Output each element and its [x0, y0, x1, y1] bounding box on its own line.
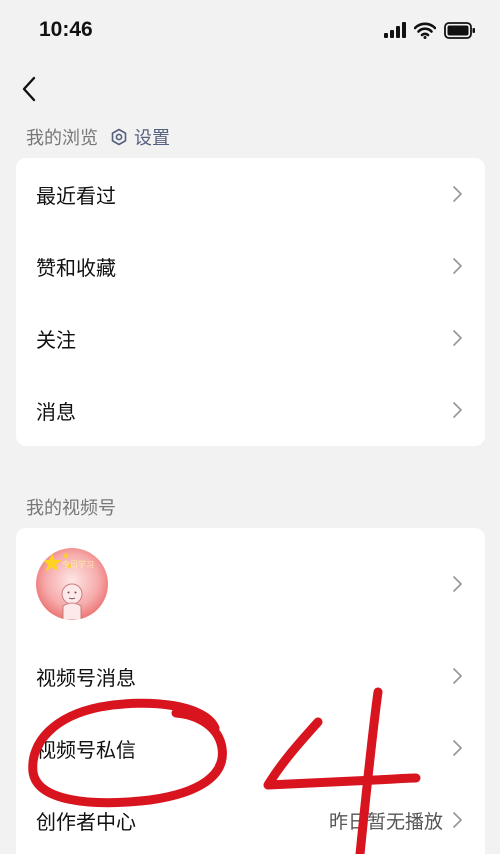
channel-section-title: 我的视频号 — [26, 498, 116, 519]
browse-section-header: 我的浏览 设置 — [26, 124, 170, 150]
menu-item-label: 赞和收藏 — [36, 255, 116, 280]
avatar-image: 今日学习 — [42, 552, 94, 620]
chevron-right-icon — [453, 740, 462, 756]
menu-item-creator-center[interactable]: 创作者中心 昨日暂无播放 — [16, 784, 485, 854]
menu-item-recently-viewed[interactable]: 最近看过 — [16, 158, 485, 230]
channel-profile-row[interactable]: 今日学习 — [16, 528, 485, 640]
status-icons — [384, 21, 476, 43]
chevron-right-icon — [453, 258, 462, 274]
status-bar: 10:46 — [0, 0, 500, 64]
menu-item-channel-private-messages[interactable]: 视频号私信 — [16, 712, 485, 784]
menu-item-label: 创作者中心 — [36, 809, 136, 834]
settings-link[interactable]: 设置 — [110, 124, 170, 150]
channel-card: 今日学习 视频号消息 视频号私信 创作者中心 昨日暂无播放 — [16, 528, 485, 854]
chevron-right-icon — [453, 812, 462, 828]
browse-section-title: 我的浏览 — [26, 128, 98, 149]
browse-card: 最近看过 赞和收藏 关注 消息 — [16, 158, 485, 446]
chevron-right-icon — [453, 576, 462, 592]
menu-item-label: 关注 — [36, 327, 76, 352]
settings-icon — [111, 128, 127, 146]
chevron-right-icon — [453, 330, 462, 346]
page: 10:46 我的浏览 设置 最近看过 赞和收藏 关注 消息 我的视频号 今日学习… — [0, 0, 500, 854]
signal-icon — [384, 22, 406, 42]
menu-item-likes-favorites[interactable]: 赞和收藏 — [16, 230, 485, 302]
chevron-right-icon — [453, 186, 462, 202]
battery-icon — [444, 21, 476, 43]
menu-item-label: 视频号私信 — [36, 737, 136, 762]
menu-item-following[interactable]: 关注 — [16, 302, 485, 374]
menu-item-label: 消息 — [36, 399, 76, 424]
menu-item-channel-messages[interactable]: 视频号消息 — [16, 640, 485, 712]
settings-label: 设置 — [134, 128, 170, 149]
menu-item-messages[interactable]: 消息 — [16, 374, 485, 446]
back-button[interactable] — [14, 72, 44, 106]
chevron-right-icon — [453, 668, 462, 684]
avatar-caption: 今日学习 — [62, 559, 94, 569]
channel-section-header: 我的视频号 — [26, 494, 116, 520]
wifi-icon — [413, 22, 437, 43]
creator-center-status: 昨日暂无播放 — [328, 810, 443, 833]
back-icon — [22, 76, 36, 102]
menu-item-label: 视频号消息 — [36, 665, 136, 690]
chevron-right-icon — [453, 402, 462, 418]
avatar: 今日学习 — [36, 548, 108, 620]
status-time: 10:46 — [39, 18, 93, 41]
menu-item-label: 最近看过 — [36, 183, 116, 208]
